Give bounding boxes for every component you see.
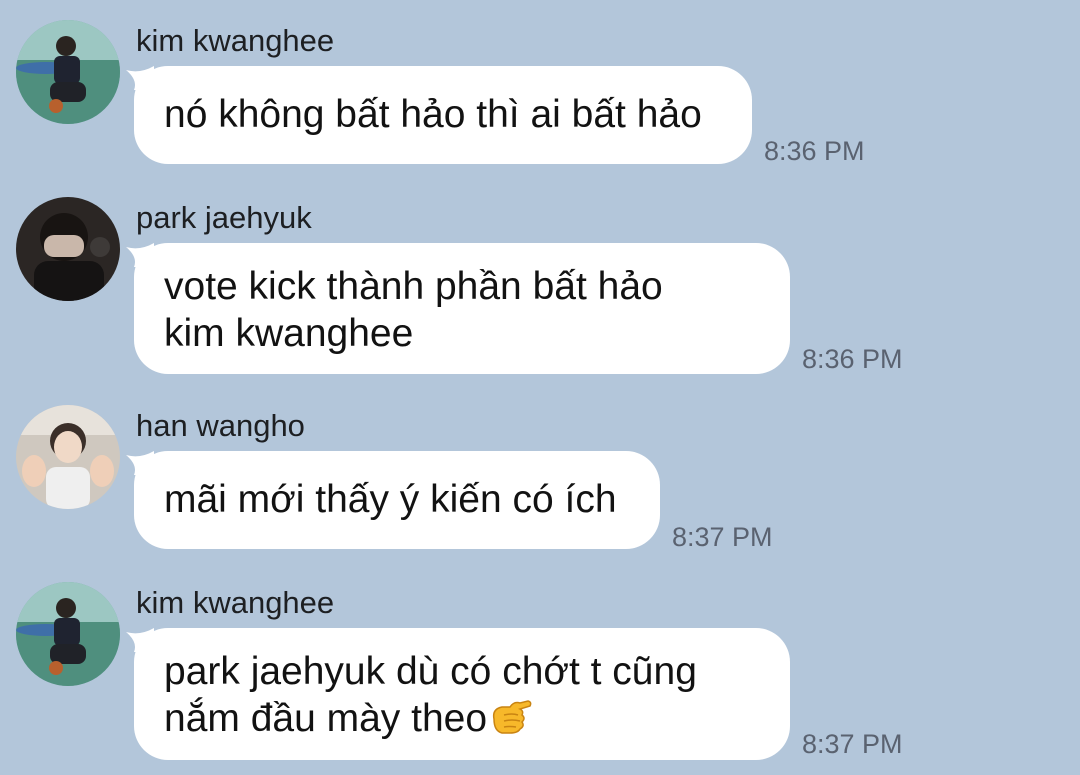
- message-text: mãi mới thấy ý kiến có ích: [164, 478, 617, 521]
- avatar-kim-kwanghee[interactable]: [16, 20, 120, 124]
- message-text-line: nắm đầu mày theo: [164, 695, 760, 742]
- sender-name: han wangho: [136, 408, 305, 443]
- message-text: park jaehyuk dù có chớt t cũng: [164, 650, 697, 693]
- avatar-han-wangho[interactable]: [16, 405, 120, 509]
- sender-name: kim kwanghee: [136, 23, 335, 58]
- message-timestamp: 8:37 PM: [802, 729, 903, 759]
- pointing-hand-emoji: [492, 700, 532, 734]
- chat-message: kim kwanghee nó không bất hảo thì ai bất…: [0, 20, 1080, 170]
- message-timestamp: 8:36 PM: [764, 136, 865, 166]
- message-bubble[interactable]: mãi mới thấy ý kiến có ích: [134, 451, 660, 549]
- message-text: nắm đầu mày theo: [164, 697, 488, 740]
- sender-name: park jaehyuk: [136, 200, 312, 235]
- chat-message: kim kwanghee park jaehyuk dù có chớt t c…: [0, 582, 1080, 772]
- message-text: vote kick thành phần bất hảo: [164, 265, 663, 308]
- chat-message: park jaehyuk vote kick thành phần bất hả…: [0, 197, 1080, 382]
- message-bubble[interactable]: nó không bất hảo thì ai bất hảo: [134, 66, 752, 164]
- message-timestamp: 8:37 PM: [672, 522, 773, 552]
- message-bubble[interactable]: vote kick thành phần bất hảo kim kwanghe…: [134, 243, 790, 374]
- avatar-kim-kwanghee[interactable]: [16, 582, 120, 686]
- avatar-park-jaehyuk[interactable]: [16, 197, 120, 301]
- message-bubble[interactable]: park jaehyuk dù có chớt t cũng nắm đầu m…: [134, 628, 790, 760]
- message-text: nó không bất hảo thì ai bất hảo: [164, 93, 702, 136]
- sender-name: kim kwanghee: [136, 585, 335, 620]
- chat-message: han wangho mãi mới thấy ý kiến có ích 8:…: [0, 405, 1080, 555]
- message-text: kim kwanghee: [164, 312, 414, 355]
- message-timestamp: 8:36 PM: [802, 344, 903, 374]
